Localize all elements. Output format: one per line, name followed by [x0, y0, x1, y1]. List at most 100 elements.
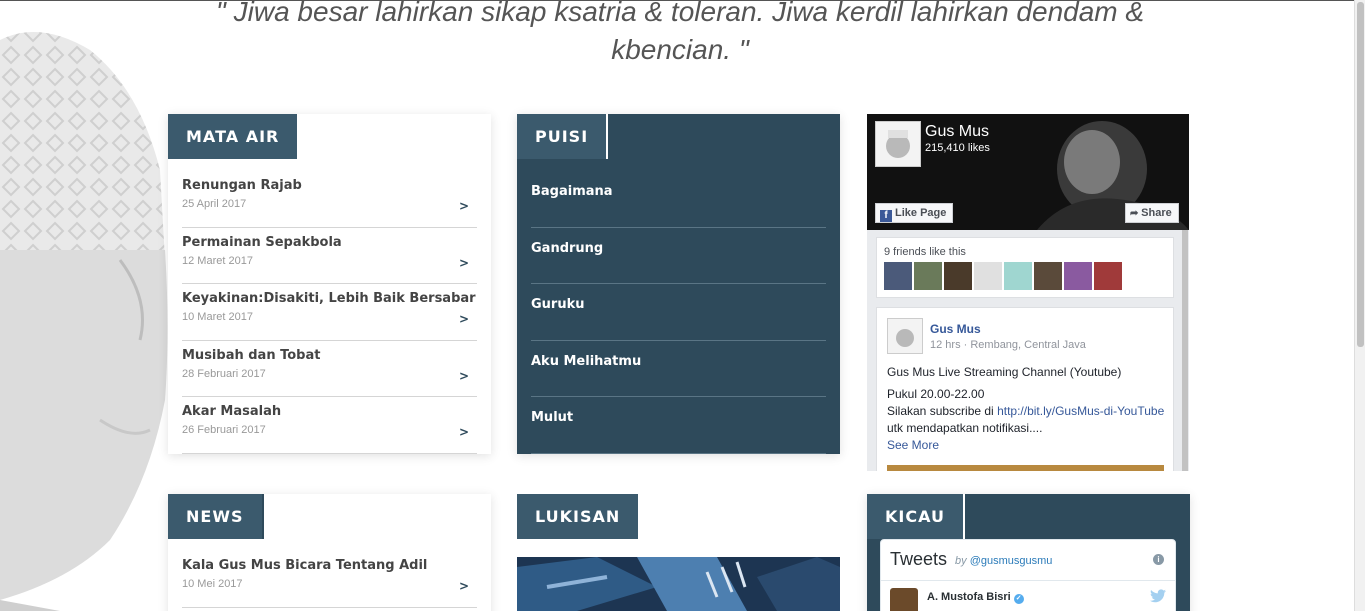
- list-item[interactable]: Mulut: [531, 397, 826, 454]
- puisi-heading[interactable]: PUISI: [517, 114, 609, 159]
- item-title[interactable]: Mulut: [531, 410, 826, 425]
- item-title[interactable]: Renungan Rajab: [182, 178, 477, 193]
- news-panel: NEWS Kala Gus Mus Bicara Tentang Adil 10 …: [168, 494, 491, 611]
- tweet-author-avatar[interactable]: [890, 588, 918, 611]
- lukisan-panel: LUKISAN: [517, 494, 840, 539]
- mata-air-panel: MATA AIR Renungan Rajab 25 April 2017 > Per…: [168, 114, 491, 454]
- puisi-list: Bagaimana Gandrung Guruku Aku Melihatmu Mulu…: [517, 159, 840, 454]
- list-item[interactable]: Permainan Sepakbola 12 Maret 2017 >: [182, 228, 477, 284]
- post-line: Silakan subscribe di http://bit.ly/GusMu…: [887, 403, 1167, 437]
- twitter-bird-icon[interactable]: [1150, 589, 1166, 606]
- post-meta: 12 hrs · Rembang, Central Java: [930, 339, 1086, 351]
- like-page-button[interactable]: f Like Page: [875, 203, 954, 223]
- mata-air-tab-bar: MATA AIR: [168, 114, 491, 159]
- post-text: utk mendapatkan notifikasi....: [887, 421, 1043, 435]
- facebook-scrollbar[interactable]: [1181, 230, 1189, 471]
- item-date: 10 Maret 2017: [182, 311, 253, 323]
- item-title[interactable]: Gandrung: [531, 241, 826, 256]
- item-date: 28 Februari 2017: [182, 367, 266, 380]
- lukisan-painting[interactable]: [517, 557, 840, 611]
- post-link[interactable]: http://bit.ly/GusMus-di-YouTube: [997, 404, 1164, 418]
- item-title[interactable]: Bagaimana: [531, 184, 826, 199]
- item-date: 25 April 2017: [182, 198, 247, 210]
- item-title[interactable]: Keyakinan:Disakiti, Lebih Baik Bersabar: [182, 291, 477, 306]
- verified-icon: ✓: [1013, 594, 1024, 604]
- item-title[interactable]: Akar Masalah: [182, 404, 477, 419]
- news-list: Kala Gus Mus Bicara Tentang Adil 10 Mei 2…: [168, 539, 491, 608]
- list-item[interactable]: Bagaimana: [531, 171, 826, 228]
- puisi-tab-bar: PUISI: [517, 114, 840, 159]
- divider: [881, 580, 1175, 581]
- list-item[interactable]: Guruku: [531, 284, 826, 341]
- chevron-right-icon[interactable]: >: [459, 579, 469, 593]
- tweet-author-name[interactable]: A. Mustofa Bisri ✓: [927, 591, 1024, 604]
- facebook-post: Gus Mus 12 hrs · Rembang, Central Java G…: [876, 307, 1174, 471]
- news-tab-bar: NEWS: [168, 494, 491, 539]
- friend-faces: [884, 262, 1124, 294]
- info-icon[interactable]: i: [1153, 554, 1164, 565]
- scrollbar-thumb[interactable]: [1357, 2, 1364, 347]
- post-line: Pukul 20.00-22.00: [887, 387, 985, 401]
- list-item[interactable]: Gandrung: [531, 228, 826, 284]
- friend-avatar[interactable]: [1004, 262, 1032, 290]
- item-date: 26 Februari 2017: [182, 424, 266, 436]
- item-title[interactable]: Guruku: [531, 297, 826, 312]
- friend-avatar[interactable]: [974, 262, 1002, 290]
- chevron-right-icon[interactable]: >: [459, 199, 469, 213]
- item-date: 10 Mei 2017: [182, 578, 243, 590]
- page-scrollbar[interactable]: [1354, 0, 1365, 611]
- chevron-right-icon[interactable]: >: [459, 312, 469, 326]
- facebook-cover: Gus Mus 215,410 likes f Like Page ➦ Share: [867, 114, 1189, 230]
- share-icon: ➦: [1130, 208, 1142, 219]
- tweets-title[interactable]: Tweets: [890, 549, 947, 570]
- friend-avatar[interactable]: [914, 262, 942, 290]
- post-line: Gus Mus Live Streaming Channel (Youtube): [887, 365, 1122, 379]
- twitter-handle[interactable]: @gusmusgusmu: [970, 555, 1053, 567]
- author-label: A. Mustofa Bisri: [927, 591, 1011, 603]
- item-title[interactable]: Permainan Sepakbola: [182, 235, 477, 250]
- friend-avatar[interactable]: [1094, 262, 1122, 290]
- friend-avatar[interactable]: [1034, 262, 1062, 290]
- friend-avatar[interactable]: [884, 262, 912, 290]
- kicau-heading[interactable]: KICAU: [867, 494, 965, 539]
- friend-avatar[interactable]: [1064, 262, 1092, 290]
- list-item[interactable]: Keyakinan:Disakiti, Lebih Baik Bersabar 1…: [182, 284, 477, 341]
- list-item[interactable]: Akar Masalah 26 Februari 2017 >: [182, 397, 477, 454]
- chevron-right-icon[interactable]: >: [459, 256, 469, 270]
- post-text: Silakan subscribe di: [887, 404, 998, 418]
- twitter-widget: Tweets by @gusmusgusmu i A. Mustofa Bisr…: [880, 539, 1176, 611]
- quote-text: " Jiwa besar lahirkan sikap ksatria & to…: [215, 0, 1145, 65]
- background-portrait: [0, 0, 170, 611]
- chevron-right-icon[interactable]: >: [459, 425, 469, 439]
- post-avatar[interactable]: [887, 318, 923, 354]
- page-name[interactable]: Gus Mus: [925, 123, 989, 141]
- page-likes: 215,410 likes: [925, 142, 990, 154]
- list-item[interactable]: Aku Melihatmu: [531, 341, 826, 397]
- post-body: Gus Mus Live Streaming Channel (Youtube)…: [887, 364, 1167, 454]
- news-heading[interactable]: NEWS: [168, 494, 264, 539]
- post-image[interactable]: [887, 465, 1164, 471]
- facebook-page-widget: Gus Mus 215,410 likes f Like Page ➦ Share…: [867, 114, 1189, 471]
- friends-count: 9 friends like this: [884, 246, 966, 258]
- see-more-link[interactable]: See More: [887, 437, 1167, 454]
- share-button[interactable]: ➦ Share: [1125, 203, 1179, 223]
- facebook-icon: f: [880, 210, 892, 222]
- page-avatar[interactable]: [875, 121, 921, 167]
- mata-air-list: Renungan Rajab 25 April 2017 > Permainan Se…: [168, 159, 491, 454]
- lukisan-heading[interactable]: LUKISAN: [517, 494, 639, 539]
- list-item[interactable]: Renungan Rajab 25 April 2017 >: [182, 171, 477, 228]
- by-label: by: [955, 555, 967, 567]
- friend-avatar[interactable]: [944, 262, 972, 290]
- item-title[interactable]: Musibah dan Tobat: [182, 348, 477, 363]
- list-item[interactable]: Musibah dan Tobat 28 Februari 2017 >: [182, 341, 477, 397]
- puisi-panel: PUISI Bagaimana Gandrung Guruku Aku Melihat…: [517, 114, 840, 454]
- list-item[interactable]: Kala Gus Mus Bicara Tentang Adil 10 Mei 2…: [182, 551, 477, 608]
- item-title[interactable]: Aku Melihatmu: [531, 354, 826, 369]
- item-date: 12 Maret 2017: [182, 254, 253, 267]
- tweets-by: by @gusmusgusmu: [955, 555, 1052, 567]
- chevron-right-icon[interactable]: >: [459, 369, 469, 383]
- mata-air-heading[interactable]: MATA AIR: [168, 114, 298, 159]
- item-title[interactable]: Kala Gus Mus Bicara Tentang Adil: [182, 558, 477, 573]
- like-page-label: Like Page: [895, 207, 947, 219]
- post-author[interactable]: Gus Mus: [930, 322, 981, 336]
